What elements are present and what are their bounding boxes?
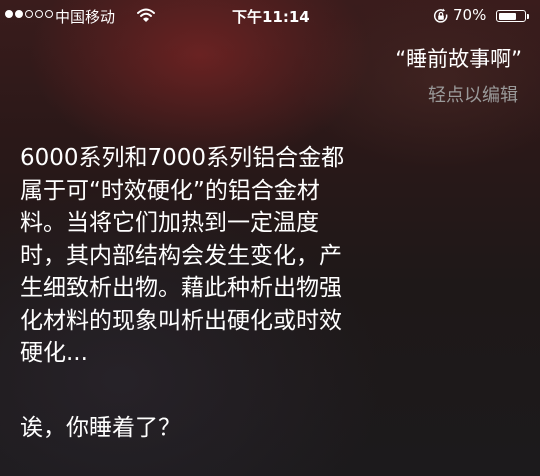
tap-to-edit-hint[interactable]: 轻点以编辑 xyxy=(428,81,518,107)
signal-dot xyxy=(5,10,13,18)
siri-followup-text: 诶，你睡着了？ xyxy=(20,415,181,441)
answer-line: 属于可“时效硬化”的铝合金材 xyxy=(20,177,320,204)
answer-line: 生细致析出物。藉此种析出物强 xyxy=(20,275,342,301)
answer-line: 化材料的现象叫析出硬化或时效 xyxy=(20,307,342,334)
status-bar: 中国移动 下午11:14 70% xyxy=(0,0,540,30)
signal-dot xyxy=(15,10,23,18)
battery-icon xyxy=(496,10,526,22)
battery-cap xyxy=(527,14,529,19)
siri-answer-text: 6000系列和7000系列铝合金都 属于可“时效硬化”的铝合金材 料。当将它们加… xyxy=(20,142,440,370)
signal-dot xyxy=(35,10,43,18)
wifi-icon xyxy=(137,8,155,26)
carrier-name: 中国移动 xyxy=(55,8,116,26)
answer-line: 硬化... xyxy=(20,340,88,366)
clock-time: 下午11:14 xyxy=(232,8,310,26)
signal-dot xyxy=(45,10,53,18)
signal-dot xyxy=(25,10,33,18)
answer-line: 时，其内部结构会发生变化，产 xyxy=(20,242,342,269)
answer-line: 料。当将它们加热到一定温度 xyxy=(20,210,319,236)
battery-percentage: 70% xyxy=(453,6,487,24)
battery-level-fill xyxy=(498,12,516,20)
siri-screen: 中国移动 下午11:14 70% “睡前故事啊” 轻点以编辑 6000系列和70… xyxy=(0,0,540,476)
orientation-lock-icon xyxy=(433,8,449,28)
siri-user-query[interactable]: “睡前故事啊” xyxy=(395,43,522,73)
signal-strength-icon xyxy=(5,10,53,18)
answer-line: 6000系列和7000系列铝合金都 xyxy=(20,145,345,171)
